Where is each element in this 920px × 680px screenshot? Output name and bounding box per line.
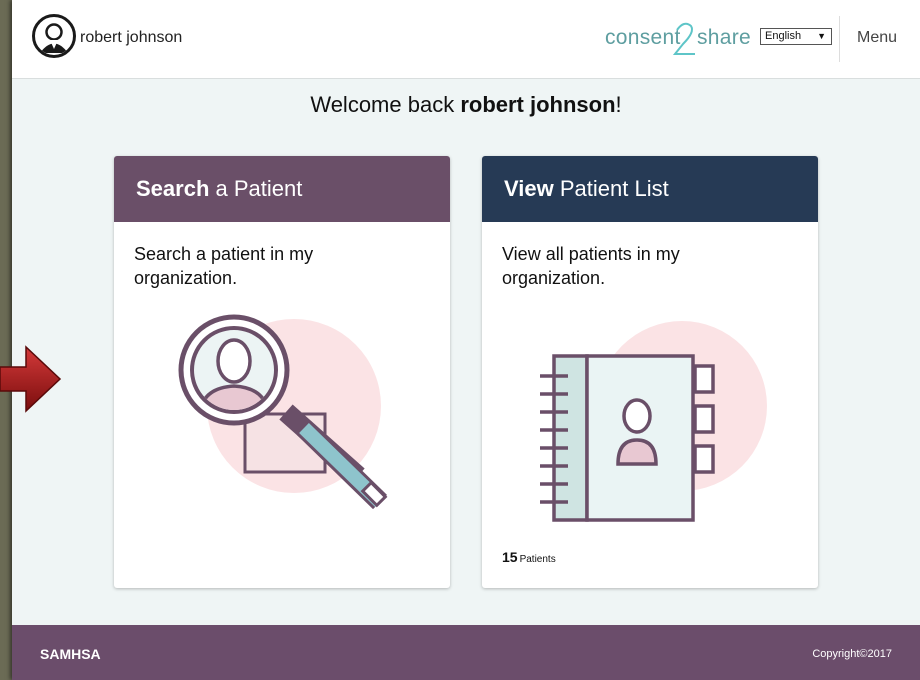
- menu-button[interactable]: Menu: [857, 29, 897, 47]
- header-divider: [839, 16, 840, 62]
- footer-copyright: Copyright©2017: [812, 648, 892, 660]
- consent2share-logo: consent share: [605, 18, 757, 58]
- search-patient-card[interactable]: Search a Patient Search a patient in my …: [114, 156, 450, 588]
- search-patient-description: Search a patient in my organization.: [134, 244, 314, 288]
- address-book-icon: [482, 306, 818, 541]
- patient-count: 15 Patients: [502, 549, 556, 565]
- user-name[interactable]: robert johnson: [80, 29, 182, 47]
- welcome-message: Welcome back robert johnson!: [310, 92, 622, 117]
- red-arrow-icon: [0, 343, 62, 420]
- search-patient-card-header[interactable]: Search a Patient: [114, 156, 450, 222]
- footer-org[interactable]: SAMHSA: [40, 646, 101, 662]
- view-patient-list-card[interactable]: View Patient List View all patients in m…: [482, 156, 818, 588]
- dropdown-caret-icon: ▼: [817, 31, 826, 41]
- logo-two-mark: [672, 22, 695, 55]
- view-patient-list-description: View all patients in my organization.: [502, 244, 680, 288]
- user-avatar-icon[interactable]: [32, 14, 76, 58]
- language-select[interactable]: English ▼: [760, 28, 832, 45]
- view-patient-list-card-header[interactable]: View Patient List: [482, 156, 818, 222]
- magnifier-person-icon: [114, 306, 450, 541]
- app-window: robert johnson consent share English ▼ M…: [12, 0, 920, 680]
- page-footer: SAMHSA Copyright©2017: [12, 625, 920, 680]
- top-navbar: robert johnson consent share English ▼ M…: [12, 0, 920, 79]
- welcome-user-name: robert johnson: [460, 92, 616, 117]
